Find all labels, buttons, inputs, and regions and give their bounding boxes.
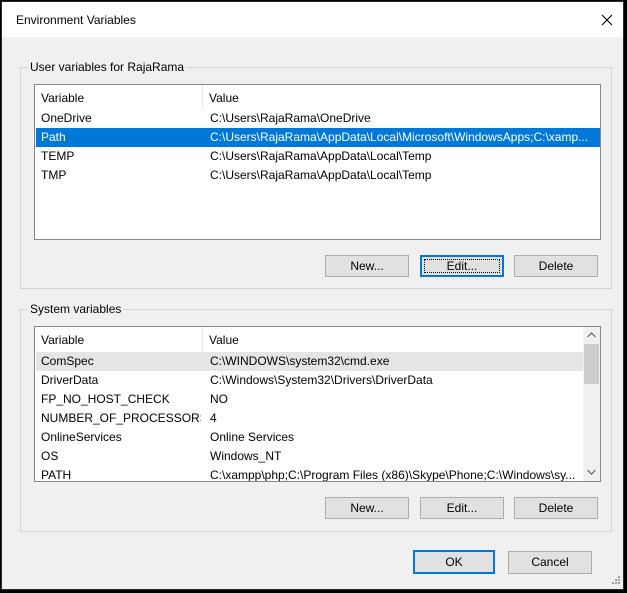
row-variable: FP_NO_HOST_CHECK [41, 392, 170, 406]
row-value: C:\xampp\php;C:\Program Files (x86)\Skyp… [210, 468, 576, 482]
ok-button[interactable]: OK [413, 550, 495, 574]
row-variable: OS [41, 449, 59, 463]
resize-grip-icon[interactable] [609, 575, 621, 587]
user-edit-button[interactable]: Edit... [420, 255, 504, 277]
column-header-value[interactable]: Value [209, 91, 239, 105]
table-row-selected[interactable]: Path C:\Users\RajaRama\AppData\Local\Mic… [36, 128, 600, 147]
user-variables-label: User variables for RajaRama [28, 60, 187, 74]
row-value: C:\Users\RajaRama\AppData\Local\Microsof… [210, 130, 589, 144]
row-variable: OneDrive [41, 111, 92, 125]
scroll-up-button[interactable] [583, 327, 600, 344]
chevron-up-icon [587, 332, 596, 338]
row-variable: TEMP [41, 149, 75, 163]
row-value: C:\Users\RajaRama\OneDrive [210, 111, 371, 125]
system-variables-label: System variables [28, 302, 124, 316]
row-value: 4 [210, 411, 217, 425]
user-delete-button[interactable]: Delete [514, 255, 598, 277]
column-header-variable[interactable]: Variable [41, 91, 84, 105]
environment-variables-dialog: Environment Variables User variables for… [1, 1, 624, 590]
column-separator[interactable] [202, 85, 203, 109]
table-row[interactable]: DriverData C:\Windows\System32\Drivers\D… [36, 371, 583, 390]
row-variable: TMP [41, 168, 67, 182]
row-variable: ComSpec [41, 354, 94, 368]
column-header-value[interactable]: Value [209, 333, 239, 347]
table-row[interactable]: NUMBER_OF_PROCESSORS 4 [36, 409, 583, 428]
system-variables-list[interactable]: Variable Value ComSpec C:\WINDOWS\system… [34, 326, 601, 482]
row-variable: NUMBER_OF_PROCESSORS [41, 411, 201, 425]
vertical-scrollbar[interactable] [583, 327, 600, 481]
row-variable: OnlineServices [41, 430, 122, 444]
table-row[interactable]: OS Windows_NT [36, 447, 583, 466]
title-bar[interactable]: Environment Variables [2, 2, 623, 37]
row-variable: DriverData [41, 373, 99, 387]
table-row[interactable]: FP_NO_HOST_CHECK NO [36, 390, 583, 409]
cancel-button[interactable]: Cancel [508, 551, 592, 574]
row-variable: PATH [41, 468, 72, 482]
close-icon [601, 14, 613, 26]
row-value: C:\Users\RajaRama\AppData\Local\Temp [210, 149, 432, 163]
system-delete-button[interactable]: Delete [514, 497, 598, 519]
list-header: Variable Value [35, 85, 600, 111]
close-button[interactable] [593, 6, 621, 34]
row-value: NO [210, 392, 228, 406]
row-value: Online Services [210, 430, 295, 444]
user-edit-label: Edit... [446, 259, 478, 273]
table-row[interactable]: ComSpec C:\WINDOWS\system32\cmd.exe [36, 352, 583, 371]
chevron-down-icon [587, 469, 596, 475]
table-row[interactable]: OnlineServices Online Services [36, 428, 583, 447]
table-row[interactable]: TMP C:\Users\RajaRama\AppData\Local\Temp [36, 166, 600, 185]
scroll-thumb[interactable] [584, 344, 599, 384]
table-row[interactable]: TEMP C:\Users\RajaRama\AppData\Local\Tem… [36, 147, 600, 166]
row-value: Windows_NT [210, 449, 282, 463]
row-variable: Path [41, 130, 66, 144]
column-header-variable[interactable]: Variable [41, 333, 84, 347]
system-edit-button[interactable]: Edit... [420, 497, 504, 519]
table-row[interactable]: PATH C:\xampp\php;C:\Program Files (x86)… [36, 466, 583, 482]
row-value: C:\Users\RajaRama\AppData\Local\Temp [210, 168, 432, 182]
user-variables-group: User variables for RajaRama Variable Val… [20, 60, 612, 289]
row-value: C:\Windows\System32\Drivers\DriverData [210, 373, 433, 387]
scroll-down-button[interactable] [583, 464, 600, 481]
table-row[interactable]: OneDrive C:\Users\RajaRama\OneDrive [36, 109, 600, 128]
window-title: Environment Variables [16, 13, 136, 27]
column-separator[interactable] [202, 327, 203, 351]
user-new-button[interactable]: New... [325, 255, 409, 277]
system-new-button[interactable]: New... [325, 497, 409, 519]
system-variables-group: System variables Variable Value ComSpec … [20, 302, 612, 532]
row-value: C:\WINDOWS\system32\cmd.exe [210, 354, 390, 368]
list-header: Variable Value [35, 327, 583, 353]
user-variables-list[interactable]: Variable Value OneDrive C:\Users\RajaRam… [34, 84, 601, 240]
